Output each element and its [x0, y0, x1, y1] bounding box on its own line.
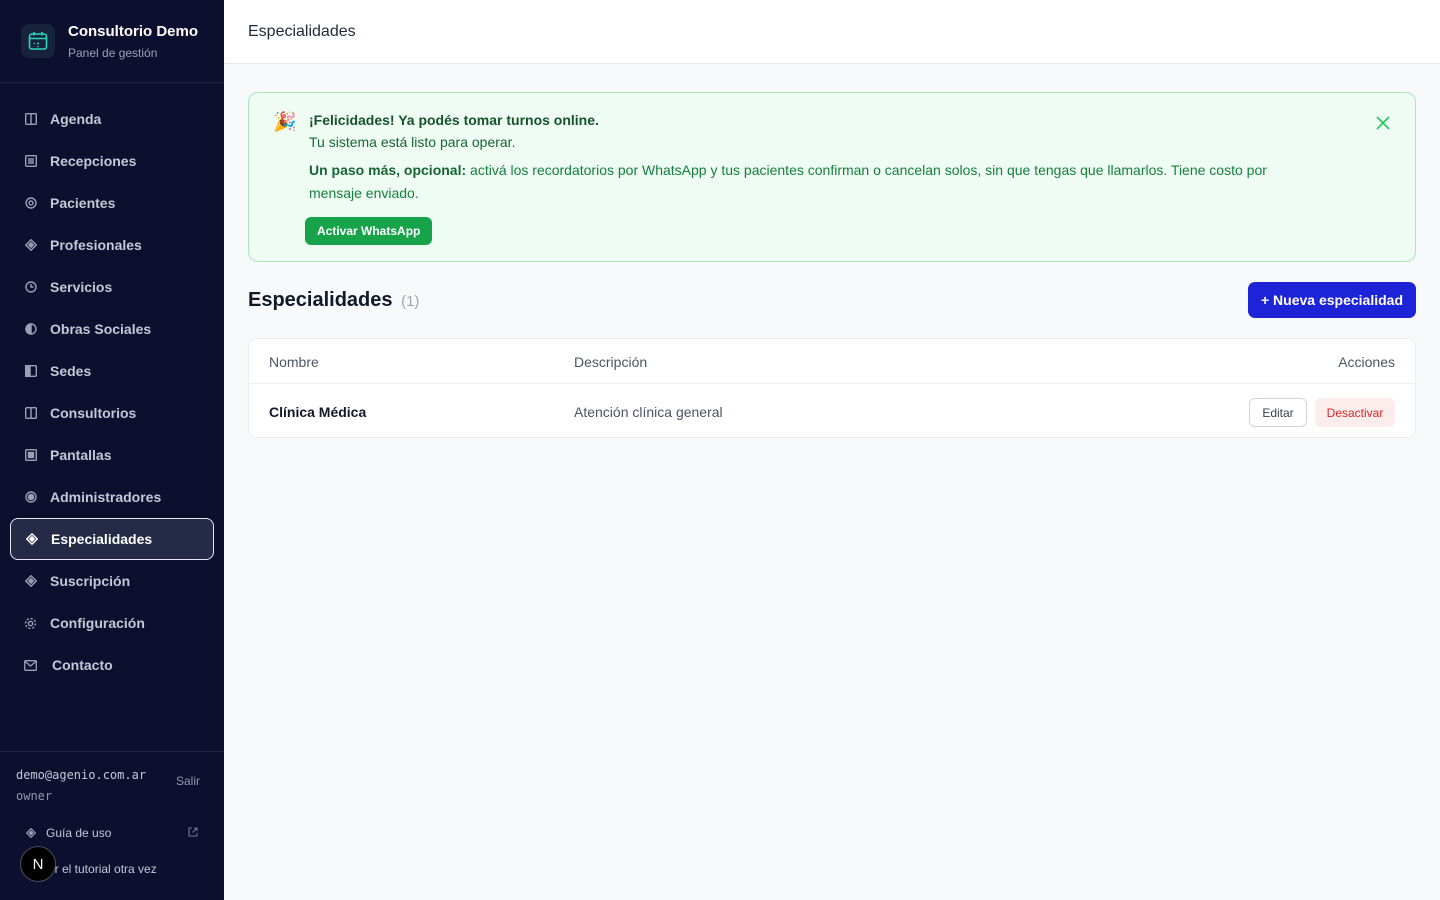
sidebar-item-recepciones[interactable]: Recepciones: [10, 140, 214, 182]
tutorial-link[interactable]: er el tutorial otra vez: [48, 862, 157, 876]
sidebar-item-label: Consultorios: [50, 405, 137, 421]
column-header-name: Nombre: [269, 354, 319, 370]
sidebar-item-label: Pacientes: [50, 195, 116, 211]
banner-title: ¡Felicidades! Ya podés tomar turnos onli…: [309, 112, 599, 128]
sidebar-item-label: Contacto: [52, 657, 113, 673]
sidebar: Consultorio Demo Panel de gestión Agenda…: [0, 0, 224, 900]
diamond-icon: [24, 239, 37, 252]
sidebar-footer: demo@agenio.com.ar owner Salir Guía de u…: [0, 751, 224, 900]
diamond-icon: [26, 828, 36, 838]
circle-icon: [24, 197, 37, 210]
sidebar-item-pantallas[interactable]: Pantallas: [10, 434, 214, 476]
sidebar-item-label: Profesionales: [50, 237, 142, 253]
columns-icon: [24, 113, 37, 126]
sidebar-item-suscripcion[interactable]: Suscripción: [10, 560, 214, 602]
banner-text-bold: Un paso más, opcional:: [309, 162, 467, 178]
framework-badge[interactable]: N: [20, 846, 56, 882]
user-email: demo@agenio.com.ar: [16, 768, 147, 782]
banner-subtitle: Tu sistema está listo para operar.: [309, 134, 516, 150]
close-icon[interactable]: [1375, 115, 1391, 131]
panel-icon: [24, 365, 37, 378]
screen-icon: [24, 449, 37, 462]
brand-title: Consultorio Demo: [68, 22, 198, 40]
sidebar-item-servicios[interactable]: Servicios: [10, 266, 214, 308]
specialties-table: Nombre Descripción Acciones Clínica Médi…: [248, 338, 1416, 438]
sidebar-item-label: Obras Sociales: [50, 321, 152, 337]
table-row: Clínica Médica Atención clínica general …: [249, 385, 1415, 439]
sidebar-item-profesionales[interactable]: Profesionales: [10, 224, 214, 266]
section-title-text: Especialidades: [248, 289, 393, 311]
specialty-name: Clínica Médica: [269, 404, 367, 420]
sidebar-item-label: Recepciones: [50, 153, 137, 169]
sidebar-item-label: Pantallas: [50, 447, 112, 463]
sidebar-item-agenda[interactable]: Agenda: [10, 98, 214, 140]
user-role: owner: [16, 789, 53, 803]
party-icon: 🎉: [273, 112, 297, 133]
sidebar-item-label: Servicios: [50, 279, 113, 295]
sidebar-nav: Agenda Recepciones Pacientes Profesional…: [0, 98, 224, 686]
section-title: Especialidades (1): [248, 289, 419, 312]
mail-icon: [24, 659, 37, 672]
gear-icon: [24, 617, 37, 630]
sidebar-item-obras-sociales[interactable]: Obras Sociales: [10, 308, 214, 350]
column-header-actions: Acciones: [1338, 354, 1395, 370]
sidebar-item-configuracion[interactable]: Configuración: [10, 602, 214, 644]
diamond-icon: [24, 575, 37, 588]
sidebar-item-contacto[interactable]: Contacto: [10, 644, 214, 686]
section-count: (1): [401, 293, 420, 310]
list-icon: [24, 155, 37, 168]
sidebar-item-sedes[interactable]: Sedes: [10, 350, 214, 392]
sidebar-item-label: Sedes: [50, 363, 92, 379]
deactivate-button[interactable]: Desactivar: [1315, 398, 1395, 427]
page-title: Especialidades: [248, 22, 356, 40]
guide-label: Guía de uso: [46, 826, 112, 840]
specialty-description: Atención clínica general: [574, 404, 723, 420]
sidebar-item-label: Especialidades: [51, 531, 153, 547]
sidebar-item-administradores[interactable]: Administradores: [10, 476, 214, 518]
sidebar-item-consultorios[interactable]: Consultorios: [10, 392, 214, 434]
clock-icon: [24, 281, 37, 294]
new-specialty-button[interactable]: + Nueva especialidad: [1248, 282, 1416, 318]
sidebar-item-label: Configuración: [50, 615, 145, 631]
sidebar-item-label: Agenda: [50, 111, 102, 127]
calendar-icon: [21, 24, 55, 58]
sidebar-item-label: Suscripción: [50, 573, 131, 589]
topbar: Especialidades: [224, 0, 1440, 64]
sidebar-item-pacientes[interactable]: Pacientes: [10, 182, 214, 224]
half-circle-icon: [24, 323, 37, 336]
success-banner: 🎉 ¡Felicidades! Ya podés tomar turnos on…: [248, 92, 1416, 262]
columns-icon: [24, 407, 37, 420]
logout-link[interactable]: Salir: [176, 774, 200, 788]
column-header-description: Descripción: [574, 354, 648, 370]
table-header: Nombre Descripción Acciones: [249, 339, 1415, 384]
brand-subtitle: Panel de gestión: [68, 45, 158, 60]
edit-button[interactable]: Editar: [1249, 398, 1307, 427]
target-icon: [24, 491, 37, 504]
brand: Consultorio Demo Panel de gestión: [0, 0, 224, 83]
external-link-icon: [188, 826, 198, 840]
sidebar-item-label: Administradores: [50, 489, 162, 505]
sidebar-item-especialidades[interactable]: Especialidades: [10, 518, 214, 560]
activate-whatsapp-button[interactable]: Activar WhatsApp: [305, 217, 433, 245]
guide-link[interactable]: Guía de uso: [26, 826, 198, 840]
diamond-icon: [25, 533, 38, 546]
banner-text: Un paso más, opcional: activá los record…: [309, 159, 1319, 205]
